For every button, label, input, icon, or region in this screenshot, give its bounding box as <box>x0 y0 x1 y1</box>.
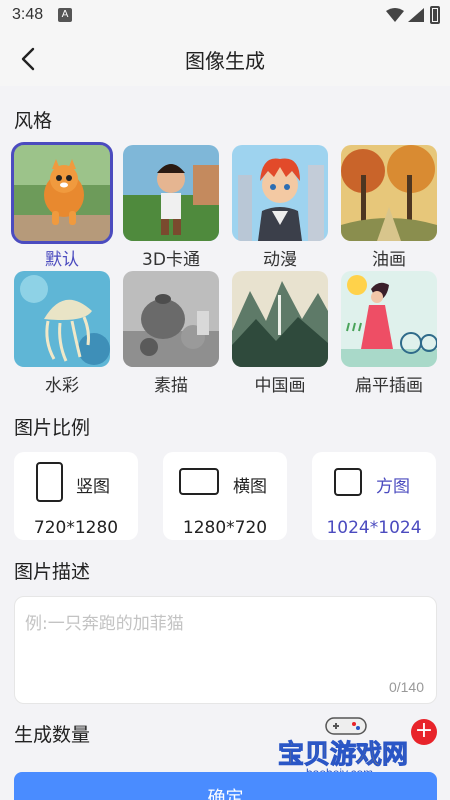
style-thumb-chinese-painting <box>232 271 328 367</box>
anime-boy-image <box>232 145 328 241</box>
style-label-default: 默认 <box>45 250 79 270</box>
style-label-flat-illustration: 扁平插画 <box>355 376 423 396</box>
top-bar: 图像生成 <box>0 32 450 86</box>
page-title: 图像生成 <box>185 49 265 73</box>
style-thumb-sketch <box>123 271 219 367</box>
ratio-landscape-card[interactable]: 横图 1280*720 <box>163 452 287 540</box>
style-item-watercolor[interactable]: 水彩 <box>12 271 112 396</box>
landscape-ink-image <box>232 271 328 367</box>
notification-a-icon: A <box>58 8 72 22</box>
jellyfish-image <box>14 271 110 367</box>
style-label-3d-cartoon: 3D卡通 <box>142 250 200 270</box>
ratio-section-title: 图片比例 <box>14 417 91 439</box>
gamepad-icon <box>325 717 367 735</box>
style-label-sketch: 素描 <box>154 376 188 396</box>
portrait-shape-icon <box>36 462 63 502</box>
style-item-flat-illustration[interactable]: 扁平插画 <box>339 271 439 396</box>
battery-icon <box>430 6 440 24</box>
flat-girl-image <box>341 271 437 367</box>
ratio-square-size: 1024*1024 <box>326 518 422 538</box>
running-cat-image <box>14 145 110 241</box>
square-shape-icon <box>334 468 362 496</box>
style-item-sketch[interactable]: 素描 <box>121 271 221 396</box>
ratio-landscape-name: 横图 <box>233 477 267 497</box>
ratio-square-name: 方图 <box>376 477 410 497</box>
confirm-button[interactable]: 确定 <box>14 772 437 800</box>
char-counter: 0/140 <box>388 679 424 695</box>
style-item-anime[interactable]: 动漫 <box>230 145 330 270</box>
style-label-chinese-painting: 中国画 <box>254 376 306 396</box>
style-label-watercolor: 水彩 <box>45 376 79 396</box>
style-thumb-watercolor <box>14 271 110 367</box>
style-thumb-anime <box>232 145 328 241</box>
style-item-3d-cartoon[interactable]: 3D卡通 <box>121 145 221 270</box>
desc-input[interactable] <box>25 609 425 669</box>
ratio-portrait-name: 竖图 <box>76 477 110 497</box>
signal-icon <box>408 8 424 22</box>
desc-box: 0/140 <box>14 596 437 704</box>
increase-count-button[interactable]: + <box>411 719 437 745</box>
style-thumb-3d-cartoon <box>123 145 219 241</box>
autumn-forest-image <box>341 145 437 241</box>
count-section-title: 生成数量 <box>14 724 91 746</box>
ratio-portrait-size: 720*1280 <box>33 518 119 538</box>
ratio-square-card[interactable]: 方图 1024*1024 <box>312 452 436 540</box>
style-thumb-flat-illustration <box>341 271 437 367</box>
style-label-oil-painting: 油画 <box>372 250 406 270</box>
ratio-portrait-card[interactable]: 竖图 720*1280 <box>14 452 138 540</box>
style-item-chinese-painting[interactable]: 中国画 <box>230 271 330 396</box>
style-item-oil-painting[interactable]: 油画 <box>339 145 439 270</box>
style-section-title: 风格 <box>14 110 53 132</box>
cartoon-boy-image <box>123 145 219 241</box>
style-item-default[interactable]: 默认 <box>11 142 113 270</box>
still-life-sketch-image <box>123 271 219 367</box>
status-time: 3:48 <box>12 6 44 23</box>
status-bar: 3:48 A <box>0 0 450 32</box>
ratio-landscape-size: 1280*720 <box>182 518 268 538</box>
wifi-icon <box>386 8 404 22</box>
style-label-anime: 动漫 <box>263 250 297 270</box>
style-thumb-oil-painting <box>341 145 437 241</box>
desc-section-title: 图片描述 <box>14 561 91 583</box>
landscape-shape-icon <box>179 468 219 495</box>
style-thumb-default <box>11 142 113 244</box>
